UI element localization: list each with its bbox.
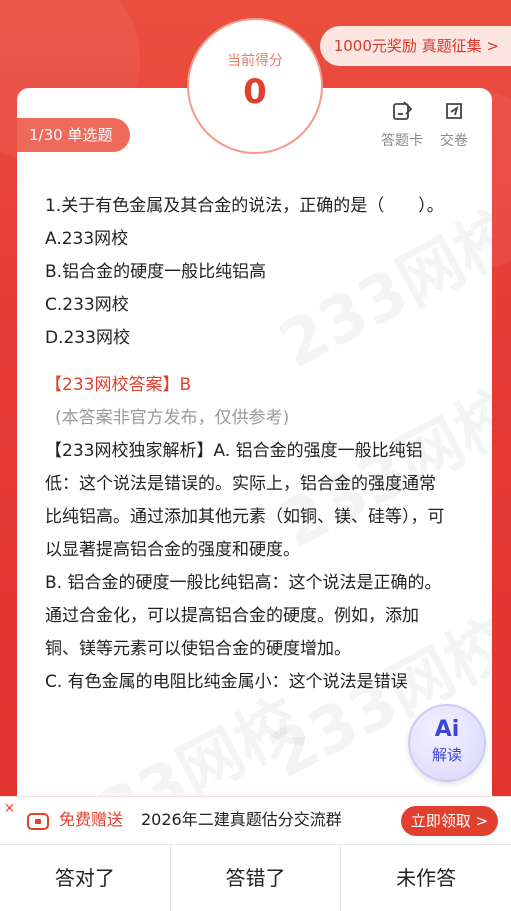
question-type-tag: 1/30 单选题 [17,118,131,152]
not-answered-button[interactable]: 未作答 [340,845,511,911]
current-score: 当前得分 0 [187,18,323,154]
submit-paper-icon [446,103,462,119]
option-c[interactable]: C.233网校 [45,289,445,322]
claim-now-button[interactable]: 立即领取 > [401,806,498,836]
gift-icon [27,813,49,830]
promo-bar: × 免费赠送 2026年二建真题估分交流群 立即领取 > [0,796,511,845]
question-content: 1.关于有色金属及其合金的说法，正确的是（ ）。 A.233网校 B.铝合金的硬… [45,190,445,699]
score-value: 0 [243,72,267,112]
ai-explain-label: 解读 [431,746,462,764]
submit-paper-button[interactable]: 交卷 [424,100,484,150]
option-d[interactable]: D.233网校 [45,322,445,355]
answered-wrong-button[interactable]: 答错了 [169,845,341,911]
option-a[interactable]: A.233网校 [45,223,445,256]
ai-explain-button[interactable]: Ai 解读 [408,704,486,782]
answer-disclaimer: (本答案非官方发布，仅供参考) [55,408,290,428]
analysis-paragraph: C. 有色金属的电阻比纯金属小：这个说法是错误 [45,672,408,692]
answer-sheet-button[interactable]: 答题卡 [372,100,432,150]
answer-sheet-label: 答题卡 [381,133,423,149]
analysis-paragraph: B. 铝合金的硬度一般比纯铝高：这个说法是正确的。通过合金化，可以提高铝合金的硬… [45,573,442,659]
answer-line: 【233网校答案】B [45,375,192,395]
question-title: 1.关于有色金属及其合金的说法，正确的是（ ）。 [45,196,444,216]
score-label: 当前得分 [227,53,283,69]
answered-correct-button[interactable]: 答对了 [0,845,170,911]
analysis-paragraph: 【233网校独家解析】A. 铝合金的强度一般比纯铝低：这个说法是错误的。实际上，… [45,441,445,560]
ai-label: Ai [434,717,460,742]
promo-free-label: 免费赠送 [59,810,124,829]
answer-sheet-icon [393,101,413,120]
promo-text: 2026年二建真题估分交流群 [141,810,342,829]
reward-banner-button[interactable]: 1000元奖励 真题征集 > [319,26,511,66]
option-b[interactable]: B.铝合金的硬度一般比纯铝高 [45,256,445,289]
bottom-action-bar: 答对了 答错了 未作答 [0,844,511,911]
submit-paper-label: 交卷 [440,133,468,149]
close-icon[interactable]: × [4,801,15,816]
